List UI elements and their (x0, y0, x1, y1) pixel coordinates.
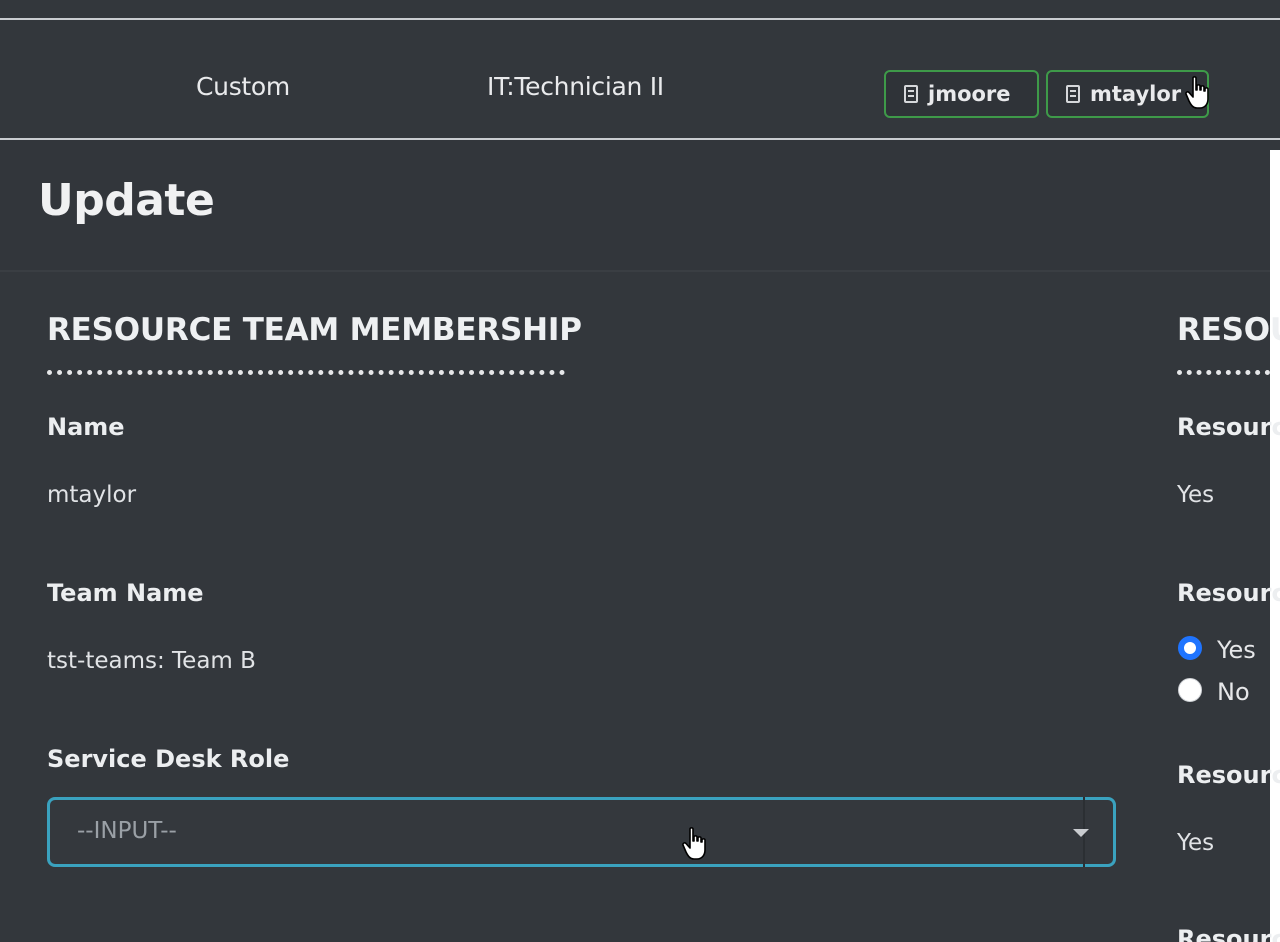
role-cell: IT:Technician II (487, 72, 664, 101)
document-icon (904, 85, 918, 103)
section-title-resource-team-membership: RESOURCE TEAM MEMBERSHIP (47, 312, 582, 348)
resource-field-1-value: Yes (1177, 482, 1215, 508)
radio-no-label: No (1217, 678, 1250, 706)
resource-field-2-label: Resourc (1177, 579, 1280, 607)
select-placeholder: --INPUT-- (77, 818, 177, 844)
chevron-down-icon[interactable] (1073, 829, 1089, 837)
resource-field-3-value: Yes (1177, 830, 1215, 856)
name-label: Name (47, 413, 125, 441)
radio-no[interactable] (1178, 678, 1202, 702)
hand-cursor-icon (682, 827, 706, 860)
service-desk-role-label: Service Desk Role (47, 745, 290, 773)
resource-field-4-label: Resourc (1177, 925, 1280, 942)
document-icon (1066, 85, 1080, 103)
name-value: mtaylor (47, 482, 137, 508)
resource-field-1-label: Resourc (1177, 413, 1280, 441)
section-title-resource: RESOU (1177, 312, 1280, 348)
chip-label: mtaylor (1090, 82, 1182, 106)
user-chip-jmoore[interactable]: jmoore (884, 70, 1039, 118)
radio-yes[interactable] (1178, 636, 1202, 660)
scrollbar-track[interactable] (1270, 150, 1280, 942)
resource-field-3-label: Resourc (1177, 761, 1280, 789)
team-name-value: tst-teams: Team B (47, 648, 256, 674)
team-name-label: Team Name (47, 579, 204, 607)
table-row[interactable]: Custom IT:Technician II jmoore mtaylor (0, 20, 1280, 140)
type-cell: Custom (196, 72, 290, 101)
table-row-previous (0, 0, 1280, 20)
hand-cursor-icon (1185, 76, 1209, 109)
radio-yes-label: Yes (1217, 636, 1256, 664)
chip-label: jmoore (928, 82, 1011, 106)
page-title: Update (38, 175, 215, 226)
section-divider (47, 370, 565, 375)
page: Custom IT:Technician II jmoore mtaylor U… (0, 0, 1280, 942)
section-divider (1177, 370, 1270, 375)
service-desk-role-select[interactable]: --INPUT-- (47, 797, 1116, 867)
